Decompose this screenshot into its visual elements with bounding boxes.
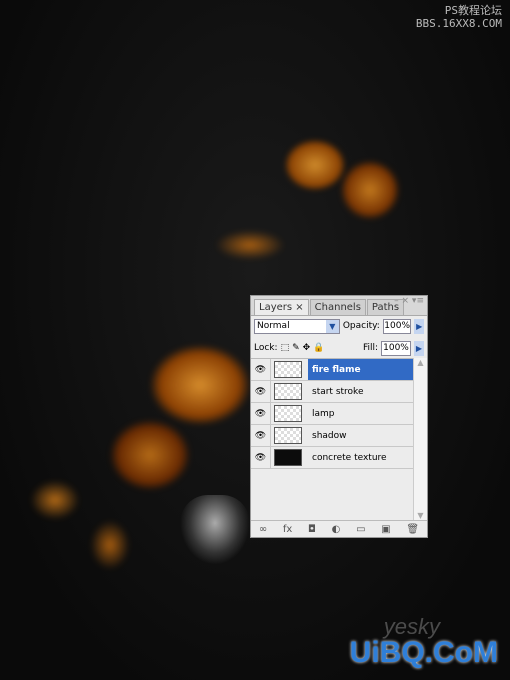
panel-toolbar: ∞ fx ◘ ◐ ▭ ▣ 🗑: [251, 520, 427, 537]
opacity-slider-button[interactable]: ▶: [414, 318, 424, 334]
flame-shape: [215, 230, 285, 260]
layer-name: shadow: [312, 430, 347, 441]
fill-label: Fill:: [362, 343, 378, 353]
layer-row[interactable]: 👁 shadow: [251, 425, 414, 447]
blend-row: Normal ▼ Opacity: 100% ▶: [251, 316, 427, 336]
opacity-label: Opacity:: [342, 321, 380, 331]
layer-list: 👁 fire flame 👁 start stroke 👁 lamp 👁 shadow 👁 con…: [251, 358, 414, 520]
group-icon[interactable]: ▭: [356, 524, 365, 535]
tab-layers[interactable]: Layers ×: [254, 299, 309, 315]
lock-all-icon[interactable]: 🔒: [313, 343, 324, 353]
lock-image-icon[interactable]: ✎: [292, 343, 300, 353]
tab-channels[interactable]: Channels: [309, 299, 366, 315]
lock-row: Lock: ⬚ ✎ ✥ 🔒 Fill: 100% ▶: [251, 338, 427, 358]
layers-panel: Layers × Channels Paths – × ▾≡ Normal ▼ O…: [250, 295, 428, 538]
scrollbar[interactable]: ▲ ▼: [413, 358, 427, 520]
layer-thumbnail: [274, 383, 302, 400]
mask-icon[interactable]: ◘: [308, 524, 316, 535]
layer-name: concrete texture: [312, 452, 387, 463]
layer-row[interactable]: 👁 start stroke: [251, 381, 414, 403]
lock-position-icon[interactable]: ✥: [303, 343, 311, 353]
flame-shape: [90, 520, 130, 570]
flame-shape: [150, 345, 250, 425]
layer-thumbnail: [274, 405, 302, 422]
watermark-top: PS教程论坛 BBS.16XX8.COM: [415, 4, 502, 30]
flame-shape: [340, 160, 400, 220]
panel-menu-button[interactable]: – × ▾≡: [394, 296, 424, 306]
watermark-bottom: UiBQ.CoM: [349, 636, 498, 669]
layer-thumbnail: [274, 361, 302, 378]
layer-name: lamp: [312, 408, 335, 419]
lock-label: Lock:: [254, 343, 278, 353]
fill-slider-button[interactable]: ▶: [414, 340, 424, 356]
layer-thumbnail: [274, 449, 302, 466]
flame-shape: [110, 420, 190, 490]
lock-transparent-icon[interactable]: ⬚: [281, 343, 290, 353]
fill-input[interactable]: 100%: [381, 340, 411, 356]
eye-icon[interactable]: 👁: [251, 381, 271, 402]
fx-icon[interactable]: fx: [283, 524, 292, 535]
adjustment-icon[interactable]: ◐: [332, 524, 341, 535]
layer-thumbnail: [274, 427, 302, 444]
lamp-shape: [180, 495, 250, 565]
new-layer-icon[interactable]: ▣: [381, 524, 390, 535]
blend-mode-select[interactable]: Normal ▼: [254, 318, 340, 334]
eye-icon[interactable]: 👁: [251, 425, 271, 446]
flame-shape: [285, 140, 345, 190]
eye-icon[interactable]: 👁: [251, 359, 271, 380]
layer-row[interactable]: 👁 lamp: [251, 403, 414, 425]
layer-name: fire flame: [308, 359, 414, 380]
panel-tabs: Layers × Channels Paths – × ▾≡: [251, 296, 427, 316]
eye-icon[interactable]: 👁: [251, 403, 271, 424]
layer-name: start stroke: [312, 386, 364, 397]
blend-mode-value: Normal: [257, 321, 290, 331]
trash-icon[interactable]: 🗑: [406, 524, 419, 535]
eye-icon[interactable]: 👁: [251, 447, 271, 468]
layer-row[interactable]: 👁 concrete texture: [251, 447, 414, 469]
layer-row[interactable]: 👁 fire flame: [251, 359, 414, 381]
opacity-input[interactable]: 100%: [382, 318, 412, 334]
flame-shape: [30, 480, 80, 520]
chevron-down-icon: ▼: [325, 319, 339, 333]
link-icon[interactable]: ∞: [259, 524, 267, 535]
